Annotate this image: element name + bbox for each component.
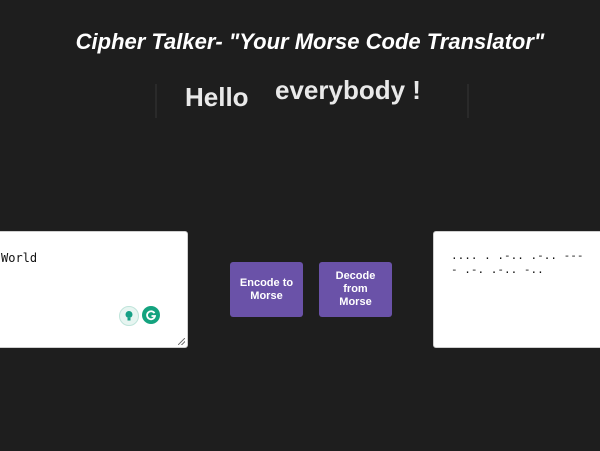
resize-handle[interactable]	[178, 338, 185, 345]
decode-button[interactable]: Decode from Morse	[319, 262, 392, 317]
text-input-area[interactable]: World	[0, 231, 188, 348]
grammarly-icon[interactable]	[142, 306, 160, 324]
output-text: .... . .-.. .-.. --- - .-. .-.. -..	[451, 249, 600, 277]
extension-icons	[119, 306, 160, 326]
banner-word-hello: Hello	[185, 82, 249, 112]
output-line-1: .... . .-.. .-.. ---	[451, 249, 584, 262]
encode-button[interactable]: Encode to Morse	[230, 262, 303, 317]
morse-output-area[interactable]: .... . .-.. .-.. --- - .-. .-.. -..	[433, 231, 600, 348]
banner-word-everybody: everybody !	[275, 75, 421, 105]
input-text-value[interactable]: World	[1, 251, 37, 265]
page-title: Cipher Talker- "Your Morse Code Translat…	[75, 29, 545, 54]
output-line-2: - .-. .-.. -..	[451, 263, 544, 276]
lightbulb-icon[interactable]	[119, 306, 139, 326]
